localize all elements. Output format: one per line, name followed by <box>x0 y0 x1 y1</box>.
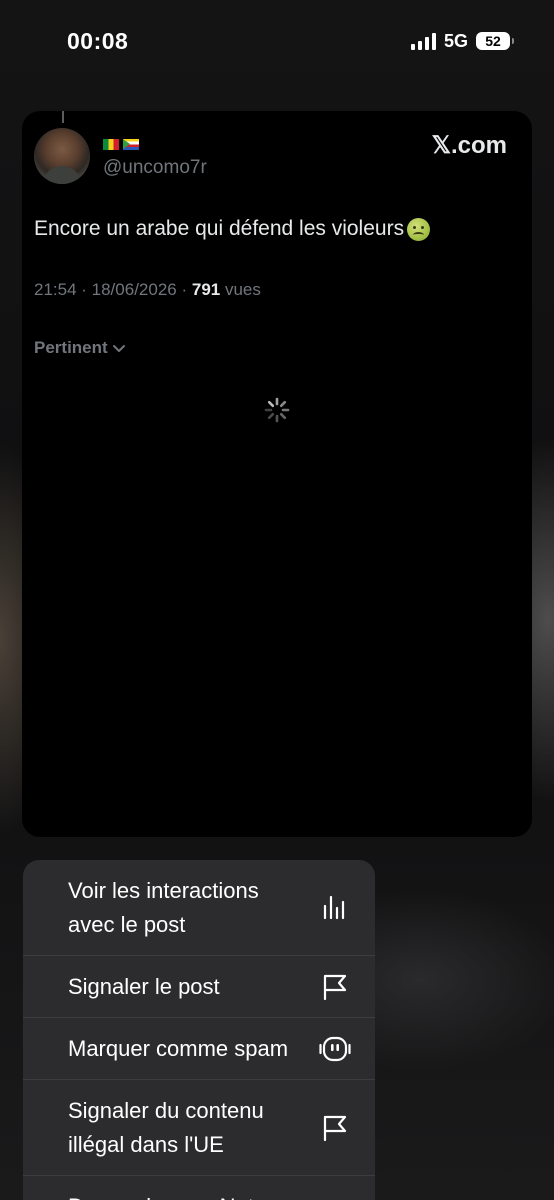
status-time: 00:08 <box>67 28 129 54</box>
menu-item-label-line2: avec le post <box>68 912 186 937</box>
menu-item-label: Demander une Note <box>68 1190 266 1200</box>
menu-item-label: Marquer comme spam <box>68 1036 289 1061</box>
comoros-flag-icon <box>123 139 139 150</box>
sort-label: Pertinent <box>34 338 108 357</box>
menu-item-report-post[interactable]: Signaler le post <box>23 956 375 1018</box>
views-label: vues <box>224 280 261 299</box>
post-card[interactable]: @uncomo7r 𝕏.com Encore un arabe qui défe… <box>22 111 532 837</box>
post-body: Encore un arabe qui défend les violeurs <box>34 217 405 240</box>
menu-item-label-line1: Signaler du contenu <box>68 1098 264 1123</box>
screen: 00:08 5G 52 @uncomo7r 𝕏.com Encore un ar… <box>0 0 554 1200</box>
flag-icon <box>323 1115 347 1142</box>
loading-spinner-icon <box>264 397 290 423</box>
menu-item-view-interactions[interactable]: Voir les interactions avec le post <box>23 860 375 956</box>
nauseated-face-icon <box>407 217 431 241</box>
post-time: 21:54 · 18/06/2026 · <box>34 280 188 299</box>
battery-level: 52 <box>485 33 501 49</box>
sort-dropdown[interactable]: Pertinent <box>34 338 126 358</box>
signal-icon <box>410 32 436 50</box>
battery-icon: 52 <box>476 32 514 50</box>
chevron-down-icon <box>112 345 125 352</box>
post-text: Encore un arabe qui défend les violeurs <box>34 217 431 241</box>
menu-item-label: Voir les interactions avec le post <box>68 874 259 942</box>
menu-item-request-note[interactable]: Demander une Note <box>23 1176 375 1200</box>
senegal-flag-icon <box>103 139 119 150</box>
bar-chart-icon <box>323 895 345 920</box>
status-indicators: 5G 52 <box>410 30 514 52</box>
avatar[interactable] <box>34 128 90 184</box>
flag-icon <box>323 974 347 1001</box>
post-meta: 21:54 · 18/06/2026 · 791 vues <box>34 280 261 300</box>
menu-item-label: Signaler le post <box>68 974 220 999</box>
views-count: 791 <box>191 280 221 299</box>
menu-item-label-line2: illégal dans l'UE <box>68 1132 224 1157</box>
context-menu: Voir les interactions avec le post Signa… <box>23 860 375 1200</box>
robot-icon <box>319 1036 351 1062</box>
user-handle[interactable]: @uncomo7r <box>103 157 207 179</box>
menu-item-report-illegal-eu[interactable]: Signaler du contenu illégal dans l'UE <box>23 1080 375 1176</box>
thread-line <box>62 111 64 123</box>
display-name-flags <box>103 139 139 150</box>
network-label: 5G <box>443 30 468 51</box>
menu-item-label-line1: Voir les interactions <box>68 878 259 903</box>
menu-item-mark-spam[interactable]: Marquer comme spam <box>23 1018 375 1080</box>
menu-item-label: Signaler du contenu illégal dans l'UE <box>68 1094 264 1162</box>
site-label: 𝕏.com <box>431 132 507 159</box>
